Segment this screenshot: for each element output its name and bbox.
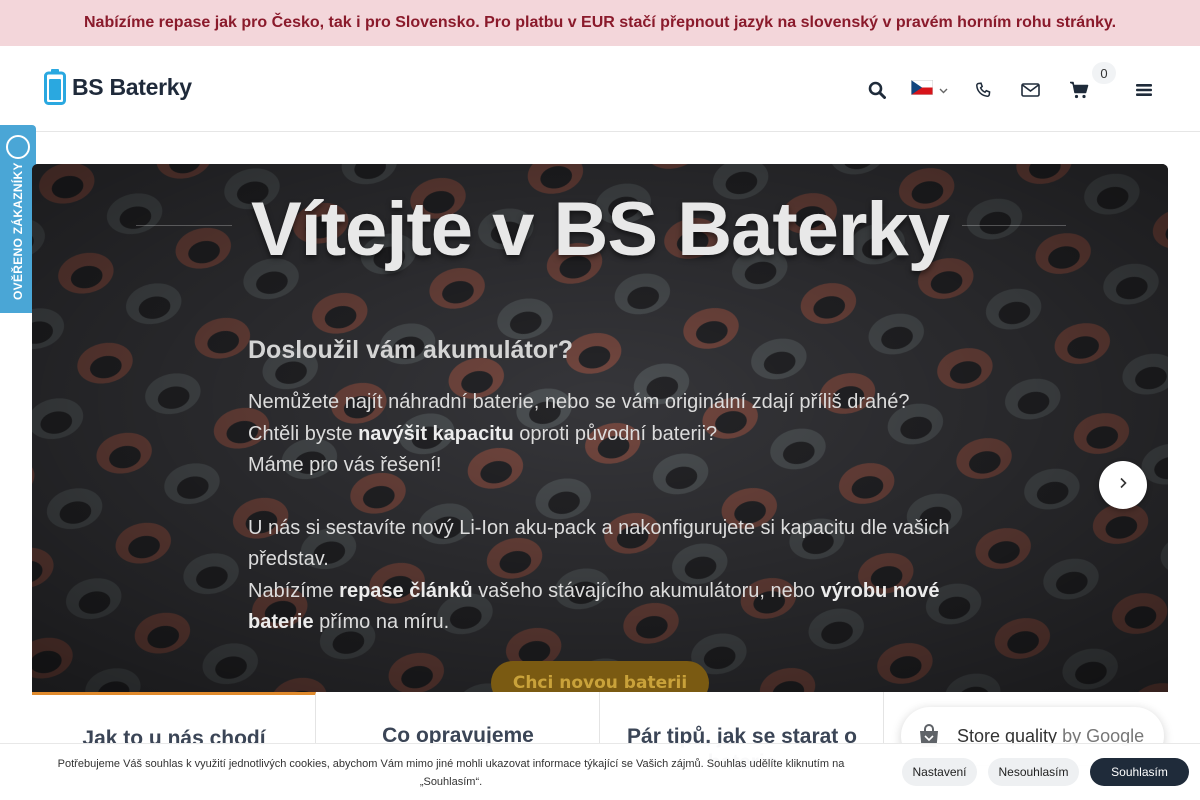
text-span: přímo na míru. — [313, 611, 450, 633]
envelope-icon[interactable] — [1018, 78, 1042, 102]
text-span: Chtěli byste — [248, 422, 359, 445]
hero-paragraph-1: Nemůžete najít náhradní baterie, nebo se… — [248, 387, 968, 482]
flag-cz-icon — [911, 80, 933, 100]
cookie-accept-button[interactable]: Souhlasím — [1090, 758, 1189, 786]
language-switcher[interactable] — [911, 78, 951, 102]
cookie-consent-text: Potřebujeme Váš souhlas k využití jednot… — [57, 758, 845, 788]
hero-line: Nabízíme repase článků vašeho stávajícíh… — [248, 576, 968, 639]
hero-line: Chtěli byste navýšit kapacitu oproti pův… — [248, 419, 968, 451]
site-logo[interactable]: BS Baterky — [44, 69, 192, 105]
highlight-text: repase článků — [339, 579, 473, 602]
phone-icon[interactable] — [971, 78, 995, 102]
cart-icon[interactable] — [1067, 78, 1091, 102]
hero-line: U nás si sestavíte nový Li-Ion aku-pack … — [248, 516, 950, 571]
text-span: oproti původní baterii? — [513, 422, 718, 445]
hero-title: Vítejte v BS Baterky — [250, 187, 950, 272]
search-icon[interactable] — [865, 78, 889, 102]
hero-text-block: Dosloužil vám akumulátor? Nemůžete najít… — [248, 336, 968, 639]
verified-customers-badge[interactable]: OVĚŘENO ZÁKAZNÍKY — [0, 125, 36, 313]
logo-text: BS Baterky — [72, 73, 192, 100]
hero-slider: Vítejte v BS Baterky Dosloužil vám akumu… — [32, 164, 1168, 692]
cookie-consent-bar: Potřebujeme Váš souhlas k využití jednot… — [0, 743, 1200, 800]
cart-count-badge: 0 — [1092, 62, 1116, 84]
chevron-down-icon — [939, 81, 948, 99]
battery-logo-icon — [44, 69, 66, 105]
menu-icon[interactable] — [1132, 78, 1156, 102]
text-span: Nabízíme — [248, 579, 340, 602]
hero-paragraph-2: U nás si sestavíte nový Li-Ion aku-pack … — [248, 513, 968, 639]
announcement-text: Nabízíme repase jak pro Česko, tak i pro… — [83, 14, 1117, 31]
seal-icon — [6, 135, 30, 159]
site-header: BS Baterky — [0, 46, 1200, 132]
announcement-bar: Nabízíme repase jak pro Česko, tak i pro… — [0, 0, 1200, 46]
slider-next-button[interactable] — [1099, 461, 1147, 509]
highlight-text: navýšit kapacitu — [358, 422, 514, 445]
hero-subtitle: Dosloužil vám akumulátor? — [248, 336, 574, 364]
chevron-right-icon — [1119, 476, 1127, 494]
new-battery-cta-button[interactable]: Chci novou baterii — [491, 661, 709, 692]
hero-line: Máme pro vás řešení! — [248, 454, 442, 476]
cookie-decline-button[interactable]: Nesouhlasím — [988, 758, 1079, 786]
verified-customers-label: OVĚŘENO ZÁKAZNÍKY — [11, 162, 25, 300]
hero-line: Nemůžete najít náhradní baterie, nebo se… — [248, 391, 910, 413]
text-span: vašeho stávajícího akumulátoru, nebo — [472, 579, 821, 602]
cookie-settings-button[interactable]: Nastavení — [902, 758, 977, 786]
